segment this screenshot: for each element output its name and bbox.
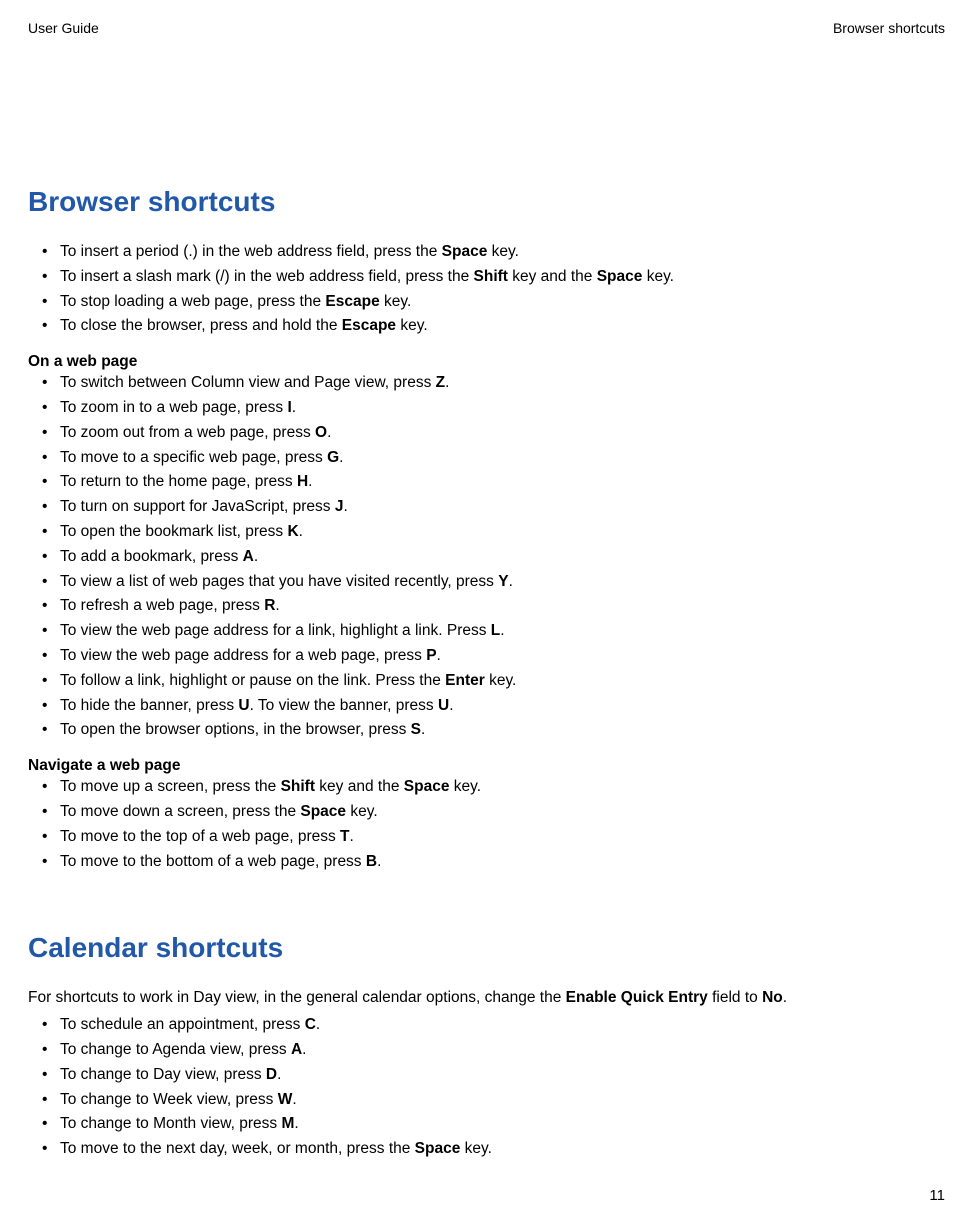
list-item: To zoom out from a web page, press O. [28,421,945,446]
calendar-list: To schedule an appointment, press C.To c… [28,1013,945,1162]
list-item: To move to the next day, week, or month,… [28,1137,945,1162]
list-item: To move to the bottom of a web page, pre… [28,850,945,875]
list-item: To move to a specific web page, press G. [28,446,945,471]
browser-general-list: To insert a period (.) in the web addres… [28,240,945,339]
list-item: To insert a slash mark (/) in the web ad… [28,265,945,290]
list-item: To hide the banner, press U. To view the… [28,694,945,719]
list-item: To close the browser, press and hold the… [28,314,945,339]
list-item: To view a list of web pages that you hav… [28,570,945,595]
list-item: To view the web page address for a web p… [28,644,945,669]
list-item: To refresh a web page, press R. [28,594,945,619]
list-item: To move to the top of a web page, press … [28,825,945,850]
list-item: To change to Month view, press M. [28,1112,945,1137]
list-item: To move down a screen, press the Space k… [28,800,945,825]
list-item: To zoom in to a web page, press I. [28,396,945,421]
list-item: To schedule an appointment, press C. [28,1013,945,1038]
list-item: To switch between Column view and Page v… [28,371,945,396]
list-item: To view the web page address for a link,… [28,619,945,644]
on-a-web-page-label: On a web page [28,353,945,371]
calendar-intro: For shortcuts to work in Day view, in th… [28,986,945,1011]
list-item: To turn on support for JavaScript, press… [28,495,945,520]
list-item: To stop loading a web page, press the Es… [28,290,945,315]
list-item: To change to Day view, press D. [28,1063,945,1088]
browser-shortcuts-title: Browser shortcuts [28,186,945,218]
list-item: To insert a period (.) in the web addres… [28,240,945,265]
list-item: To change to Agenda view, press A. [28,1038,945,1063]
list-item: To open the browser options, in the brow… [28,718,945,743]
list-item: To return to the home page, press H. [28,470,945,495]
calendar-shortcuts-title: Calendar shortcuts [28,932,945,964]
header-right: Browser shortcuts [833,20,945,36]
page-number: 11 [929,1187,945,1204]
list-item: To add a bookmark, press A. [28,545,945,570]
list-item: To change to Week view, press W. [28,1088,945,1113]
navigate-web-page-label: Navigate a web page [28,757,945,775]
list-item: To follow a link, highlight or pause on … [28,669,945,694]
page-header: User Guide Browser shortcuts [28,20,945,36]
list-item: To open the bookmark list, press K. [28,520,945,545]
list-item: To move up a screen, press the Shift key… [28,775,945,800]
navigate-web-page-list: To move up a screen, press the Shift key… [28,775,945,874]
on-a-web-page-list: To switch between Column view and Page v… [28,371,945,743]
header-left: User Guide [28,20,99,36]
